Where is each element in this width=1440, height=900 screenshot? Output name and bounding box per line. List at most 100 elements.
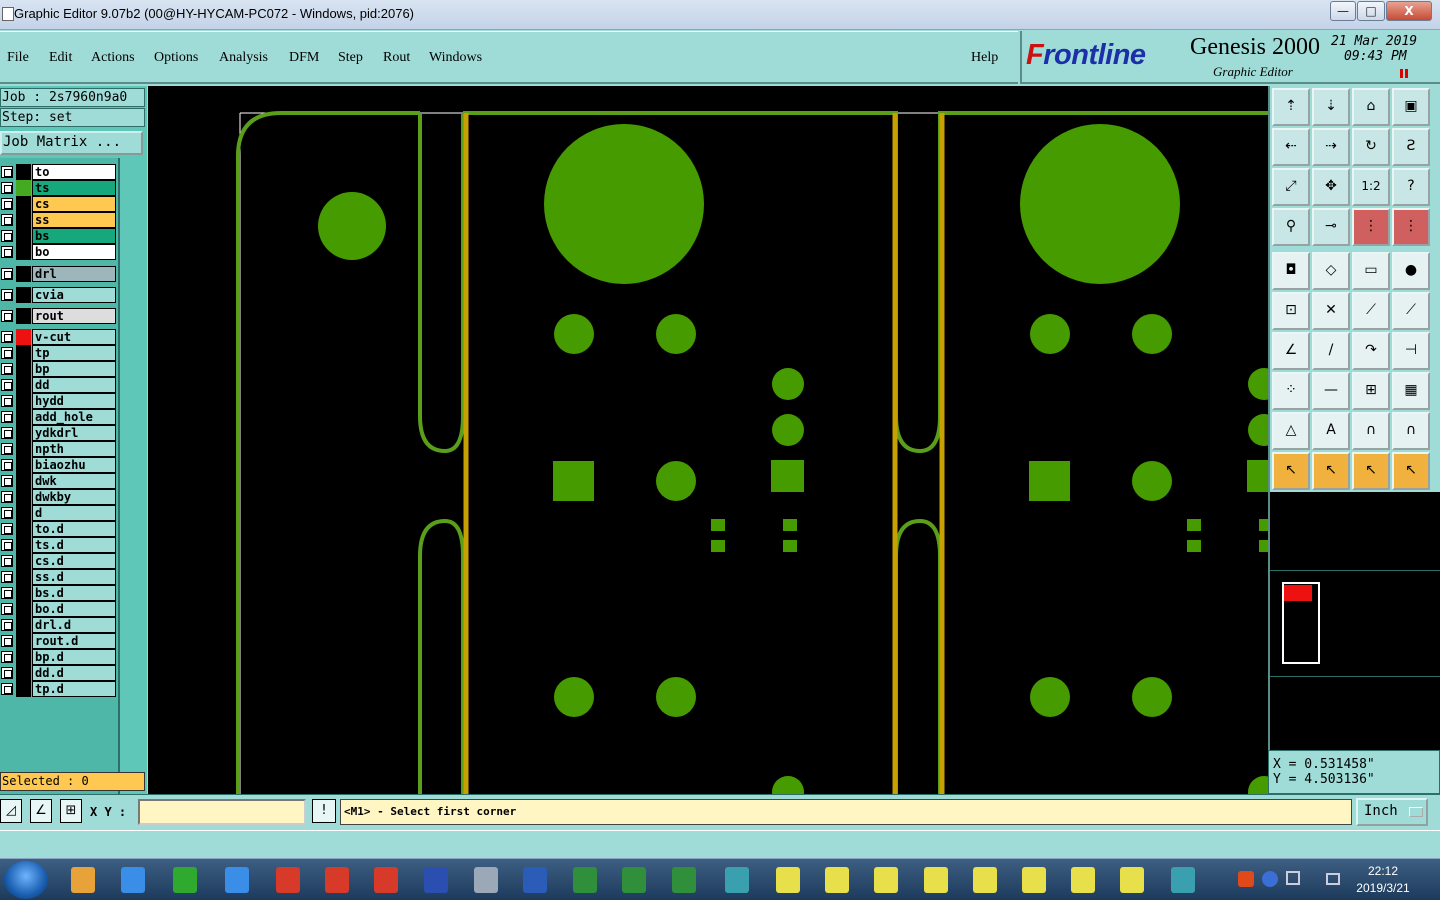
taskbar-app-button[interactable] <box>714 862 760 898</box>
clock[interactable]: 22:12 2019/3/21 <box>1345 863 1421 897</box>
layer-checkbox[interactable] <box>1 539 13 551</box>
layer-checkbox[interactable] <box>1 166 13 178</box>
layer-color-swatch[interactable] <box>16 196 31 212</box>
layer-checkbox[interactable] <box>1 331 13 343</box>
taskbar-app-button[interactable] <box>661 862 707 898</box>
overview-map[interactable] <box>1268 492 1440 750</box>
taskbar-app-button[interactable] <box>265 862 311 898</box>
taskbar-app-button[interactable] <box>363 862 409 898</box>
layer-name[interactable]: bp <box>32 361 116 377</box>
slash-icon[interactable]: / <box>1312 332 1350 370</box>
layer-name[interactable]: npth <box>32 441 116 457</box>
layer-row[interactable]: to.d <box>0 521 116 537</box>
arch-b-icon[interactable]: ∩ <box>1392 412 1430 450</box>
layer-checkbox[interactable] <box>1 182 13 194</box>
layer-color-swatch[interactable] <box>16 633 31 649</box>
layer-row[interactable]: drl.d <box>0 617 116 633</box>
layer-color-swatch[interactable] <box>16 649 31 665</box>
layer-row[interactable]: tp.d <box>0 681 116 697</box>
layer-row[interactable]: rout.d <box>0 633 116 649</box>
layer-name[interactable]: ts <box>32 180 116 196</box>
close-button[interactable]: X <box>1386 1 1432 21</box>
move-point-icon[interactable]: ⁘ <box>1272 372 1310 410</box>
layer-color-swatch[interactable] <box>16 521 31 537</box>
layer-name[interactable]: ss.d <box>32 569 116 585</box>
taskbar-app-button[interactable] <box>214 862 260 898</box>
taskbar-app-button[interactable] <box>512 862 558 898</box>
graphic-canvas[interactable] <box>148 86 1268 794</box>
step-icon[interactable]: Ƨ <box>1392 128 1430 166</box>
layer-row[interactable]: v-cut <box>0 329 116 345</box>
layer-checkbox[interactable] <box>1 411 13 423</box>
layer-name[interactable]: tp <box>32 345 116 361</box>
display-icon[interactable] <box>1326 873 1340 885</box>
layer-name[interactable]: cs <box>32 196 116 212</box>
job-matrix-button[interactable]: Job Matrix ... <box>0 131 143 155</box>
layer-name[interactable]: bs <box>32 228 116 244</box>
measure-icon[interactable]: ⚲ <box>1272 208 1310 246</box>
layer-color-swatch[interactable] <box>16 266 31 282</box>
layer-row[interactable]: ydkdrl <box>0 425 116 441</box>
layer-checkbox[interactable] <box>1 427 13 439</box>
taskbar-app-button[interactable] <box>863 862 909 898</box>
layer-checkbox[interactable] <box>1 603 13 615</box>
layer-name[interactable]: bp.d <box>32 649 116 665</box>
layers-left-icon[interactable]: ⋮ <box>1352 208 1390 246</box>
zoom-center-icon[interactable]: ✥ <box>1312 168 1350 206</box>
layer-color-swatch[interactable] <box>16 473 31 489</box>
layer-row[interactable]: hydd <box>0 393 116 409</box>
layer-checkbox[interactable] <box>1 507 13 519</box>
layer-row[interactable]: ss <box>0 212 116 228</box>
menu-actions[interactable]: Actions <box>91 50 135 66</box>
minimize-button[interactable]: — <box>1330 1 1356 21</box>
layer-color-swatch[interactable] <box>16 308 31 324</box>
pan-up-icon[interactable]: ⇡ <box>1272 88 1310 126</box>
maximize-button[interactable]: □ <box>1357 1 1385 21</box>
layer-checkbox[interactable] <box>1 214 13 226</box>
layer-row[interactable]: ts <box>0 180 116 196</box>
home-icon[interactable]: ⌂ <box>1352 88 1390 126</box>
layer-checkbox[interactable] <box>1 289 13 301</box>
taskbar-app-button[interactable] <box>1109 862 1155 898</box>
layer-name[interactable]: cvia <box>32 287 116 303</box>
layer-color-swatch[interactable] <box>16 244 31 260</box>
layer-color-swatch[interactable] <box>16 345 31 361</box>
layer-color-swatch[interactable] <box>16 537 31 553</box>
connect-nodes-icon[interactable]: ⊡ <box>1272 292 1310 330</box>
layer-color-swatch[interactable] <box>16 180 31 196</box>
taskbar-app-button[interactable] <box>814 862 860 898</box>
layer-checkbox[interactable] <box>1 268 13 280</box>
frame-icon[interactable]: ▣ <box>1392 88 1430 126</box>
layer-row[interactable]: add_hole <box>0 409 116 425</box>
layer-row[interactable]: rout <box>0 308 116 324</box>
layer-color-swatch[interactable] <box>16 441 31 457</box>
taskbar-app-button[interactable] <box>562 862 608 898</box>
layers-right-icon[interactable]: ⋮ <box>1392 208 1430 246</box>
angle-snap-icon[interactable]: ∠ <box>30 799 52 823</box>
pad-icon[interactable]: ◘ <box>1272 252 1310 290</box>
menu-rout[interactable]: Rout <box>383 50 410 66</box>
redraw-icon[interactable]: ↻ <box>1352 128 1390 166</box>
layer-checkbox[interactable] <box>1 523 13 535</box>
layer-color-swatch[interactable] <box>16 361 31 377</box>
layer-name[interactable]: bo <box>32 244 116 260</box>
menu-analysis[interactable]: Analysis <box>219 50 268 66</box>
layer-row[interactable]: d <box>0 505 116 521</box>
layer-name[interactable]: dwk <box>32 473 116 489</box>
layer-checkbox[interactable] <box>1 571 13 583</box>
grid-icon[interactable]: ⊞ <box>60 799 82 823</box>
layer-checkbox[interactable] <box>1 198 13 210</box>
taskbar-app-button[interactable] <box>314 862 360 898</box>
layer-checkbox[interactable] <box>1 363 13 375</box>
layer-name[interactable]: to.d <box>32 521 116 537</box>
start-button[interactable] <box>4 861 48 899</box>
layer-name[interactable]: rout <box>32 308 116 324</box>
layer-checkbox[interactable] <box>1 475 13 487</box>
taskbar-app-button[interactable] <box>611 862 657 898</box>
taskbar-app-button[interactable] <box>1160 862 1206 898</box>
menu-dfm[interactable]: DFM <box>289 50 319 66</box>
taskbar-app-button[interactable] <box>913 862 959 898</box>
arch-icon[interactable]: ∩ <box>1352 412 1390 450</box>
layer-name[interactable]: ss <box>32 212 116 228</box>
layer-color-swatch[interactable] <box>16 569 31 585</box>
